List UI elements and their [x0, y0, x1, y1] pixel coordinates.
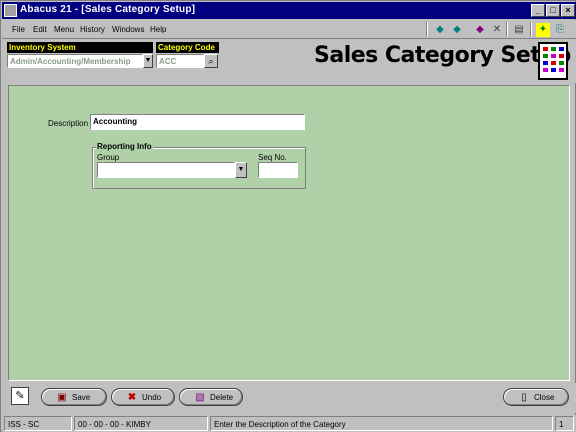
- close-window-icon[interactable]: ×: [561, 4, 575, 17]
- menu-history[interactable]: History: [80, 25, 105, 34]
- menu-edit[interactable]: Edit: [33, 25, 47, 34]
- runner-icon[interactable]: ✦: [536, 23, 550, 37]
- tools-icon[interactable]: ✕: [490, 23, 504, 37]
- seq-no-field[interactable]: [258, 162, 298, 178]
- save-icon: ▣: [57, 392, 67, 403]
- delete-button[interactable]: ▧ Delete: [179, 388, 243, 406]
- status-screen-code: ISS - SC: [4, 416, 72, 431]
- back-arrow-icon[interactable]: ◆: [433, 23, 447, 37]
- menu-menu[interactable]: Menu: [54, 25, 74, 34]
- title-bar: Abacus 21 - [Sales Category Setup] _ □ ×: [2, 2, 576, 19]
- category-code-field[interactable]: ACC: [156, 54, 204, 68]
- delete-button-label: Delete: [210, 393, 234, 402]
- header: Inventory System Admin/Accounting/Member…: [2, 39, 576, 83]
- menu-windows[interactable]: Windows: [112, 25, 144, 34]
- minimize-icon[interactable]: _: [531, 4, 545, 17]
- calculator-icon[interactable]: ▤: [512, 23, 526, 37]
- save-button[interactable]: ▣ Save: [41, 388, 107, 406]
- status-session: 00 - 00 - 00 - KIMBY: [74, 416, 208, 431]
- undo-button-label: Undo: [142, 393, 162, 402]
- close-button[interactable]: ▯ Close: [503, 388, 569, 406]
- chevron-down-icon[interactable]: ▼: [235, 162, 247, 178]
- seq-no-label: Seq No.: [258, 153, 287, 162]
- description-label: Description: [48, 119, 89, 128]
- undo-button[interactable]: ✖ Undo: [111, 388, 175, 406]
- abacus-logo: [538, 42, 568, 80]
- undo-x-icon: ✖: [127, 392, 137, 403]
- close-button-label: Close: [534, 393, 555, 402]
- group-select[interactable]: [97, 162, 235, 178]
- notes-icon[interactable]: ✎: [11, 387, 29, 405]
- inventory-system-label: Inventory System: [7, 42, 153, 53]
- menu-bar: File Edit Menu History Windows Help ◆ ◆ …: [2, 20, 576, 39]
- delete-icon: ▧: [195, 392, 205, 403]
- door-icon: ▯: [521, 392, 527, 403]
- gem-icon[interactable]: ◆: [473, 23, 487, 37]
- form-panel: Description Accounting Reporting Info Gr…: [8, 85, 570, 381]
- toolbar-separator: [426, 22, 428, 37]
- maximize-icon[interactable]: □: [546, 4, 560, 17]
- save-button-label: Save: [72, 393, 91, 402]
- button-bar: ✎ ▣ Save ✖ Undo ▧ Delete ▯ Close: [2, 383, 576, 413]
- page-title: Sales Category Setup: [314, 43, 571, 68]
- status-hint: Enter the Description of the Category: [210, 416, 553, 431]
- group-label: Group: [97, 153, 120, 162]
- forward-arrow-icon[interactable]: ◆: [450, 23, 464, 37]
- app-window: Abacus 21 - [Sales Category Setup] _ □ ×…: [0, 0, 576, 432]
- chevron-down-icon[interactable]: ▼: [143, 54, 153, 68]
- app-icon[interactable]: [4, 4, 17, 17]
- reporting-info-label: Reporting Info: [96, 142, 153, 151]
- reporting-info-group: Reporting Info Group ▼ Seq No.: [92, 142, 306, 189]
- category-code-label: Category Code: [156, 42, 219, 53]
- window-title: Abacus 21 - [Sales Category Setup]: [20, 4, 196, 15]
- toolbar-separator: [506, 22, 508, 37]
- description-field[interactable]: Accounting: [90, 114, 305, 130]
- toolbar-separator: [530, 22, 532, 37]
- status-bar: ISS - SC 00 - 00 - 00 - KIMBY Enter the …: [2, 415, 576, 432]
- lookup-magnifier-icon[interactable]: ⌕: [204, 54, 218, 68]
- menu-help[interactable]: Help: [150, 25, 166, 34]
- status-page: 1: [555, 416, 574, 431]
- menu-file[interactable]: File: [12, 25, 25, 34]
- exit-door-icon[interactable]: ⎘: [553, 23, 567, 37]
- inventory-system-field[interactable]: Admin/Accounting/Membership: [7, 54, 143, 68]
